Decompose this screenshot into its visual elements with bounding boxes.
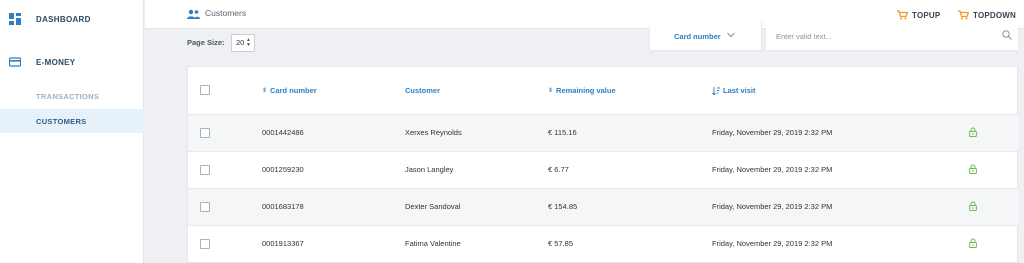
page-size-select[interactable]: 20 ▲ ▼ — [231, 34, 255, 52]
sidebar-item-label: DASHBOARD — [36, 15, 91, 24]
cell-remaining-value: € 154.85 — [548, 202, 578, 211]
sidebar-item-label: CUSTOMERS — [36, 117, 87, 126]
sidebar-item-label: TRANSACTIONS — [36, 92, 100, 101]
cell-customer: Jason Langley — [405, 165, 454, 174]
cell-card-number: 0001913367 — [262, 239, 304, 248]
search-box — [766, 22, 1018, 50]
lock-icon[interactable] — [969, 238, 977, 248]
search-input[interactable] — [776, 30, 996, 42]
page-title: Customers — [205, 8, 247, 18]
cell-card-number: 0001442486 — [262, 128, 304, 137]
cell-remaining-value: € 115.16 — [548, 128, 577, 137]
table-row[interactable]: 0001442486 Xerxes Reynolds € 115.16 Frid… — [188, 115, 1019, 152]
table-row[interactable]: 0001683178 Dexter Sandoval € 154.85 Frid… — [188, 189, 1019, 226]
column-label: Card number — [270, 86, 317, 95]
row-checkbox[interactable] — [200, 128, 210, 138]
lock-icon[interactable] — [969, 164, 977, 174]
chevron-down-icon — [727, 32, 735, 38]
topdown-button[interactable]: TOPDOWN — [958, 9, 1016, 21]
sort-icon: ⬍ — [548, 88, 554, 94]
card-icon — [9, 57, 21, 67]
sidebar-item-emoney[interactable]: E-MONEY — [0, 55, 144, 69]
cell-customer: Dexter Sandoval — [405, 202, 461, 211]
column-last-visit[interactable]: Last visit — [712, 86, 756, 95]
sort-desc-icon — [712, 86, 720, 95]
column-label: Last visit — [723, 86, 756, 95]
page-size-label: Page Size: — [187, 38, 225, 47]
row-checkbox[interactable] — [200, 202, 210, 212]
column-remaining-value[interactable]: ⬍ Remaining value — [548, 86, 616, 95]
cell-last-visit: Friday, November 29, 2019 2:32 PM — [712, 202, 833, 211]
sidebar-item-customers[interactable]: CUSTOMERS — [0, 109, 144, 133]
topup-label: TOPUP — [912, 10, 941, 20]
cell-customer: Fatima Valentine — [405, 239, 461, 248]
grid-icon — [9, 13, 21, 25]
sidebar-item-dashboard[interactable]: DASHBOARD — [0, 12, 144, 26]
sidebar: DASHBOARD E-MONEY TRANSACTIONS CUSTOMERS — [0, 0, 144, 263]
page-size-value: 20 — [236, 38, 245, 47]
cell-card-number: 0001259230 — [262, 165, 304, 174]
topdown-label: TOPDOWN — [973, 10, 1017, 20]
cell-customer: Xerxes Reynolds — [405, 128, 462, 137]
column-label: Customer — [405, 86, 441, 95]
lock-icon[interactable] — [969, 201, 977, 211]
search-field-label: Card number — [674, 32, 721, 41]
row-checkbox[interactable] — [200, 239, 210, 249]
column-card-number[interactable]: ⬍ Card number — [262, 86, 317, 95]
column-label: Remaining value — [556, 86, 616, 95]
cell-last-visit: Friday, November 29, 2019 2:32 PM — [712, 239, 833, 248]
sidebar-item-label: E-MONEY — [36, 58, 76, 67]
cart-icon — [958, 10, 969, 20]
cell-remaining-value: € 6.77 — [548, 165, 569, 174]
select-all-checkbox[interactable] — [200, 85, 210, 95]
row-checkbox[interactable] — [200, 165, 210, 175]
search-icon[interactable] — [1002, 30, 1012, 40]
sort-icon: ⬍ — [262, 88, 268, 94]
topup-button[interactable]: TOPUP — [897, 9, 940, 21]
search-field-dropdown[interactable]: Card number — [650, 22, 762, 50]
users-icon — [187, 9, 200, 19]
cart-icon — [897, 10, 908, 20]
cell-last-visit: Friday, November 29, 2019 2:32 PM — [712, 128, 833, 137]
sidebar-item-transactions[interactable]: TRANSACTIONS — [0, 84, 144, 108]
table-header: ⬍ Card number Customer ⬍ Remaining value… — [188, 67, 1019, 115]
cell-card-number: 0001683178 — [262, 202, 304, 211]
lock-icon[interactable] — [969, 127, 977, 137]
select-arrows-icon: ▲ ▼ — [246, 37, 251, 48]
cell-last-visit: Friday, November 29, 2019 2:32 PM — [712, 165, 833, 174]
column-customer[interactable]: Customer — [405, 86, 440, 95]
customers-table: ⬍ Card number Customer ⬍ Remaining value… — [187, 66, 1019, 263]
table-row[interactable]: 0001259230 Jason Langley € 6.77 Friday, … — [188, 152, 1019, 189]
table-row[interactable]: 0001913367 Fatima Valentine € 57.85 Frid… — [188, 226, 1019, 263]
cell-remaining-value: € 57.85 — [548, 239, 574, 248]
